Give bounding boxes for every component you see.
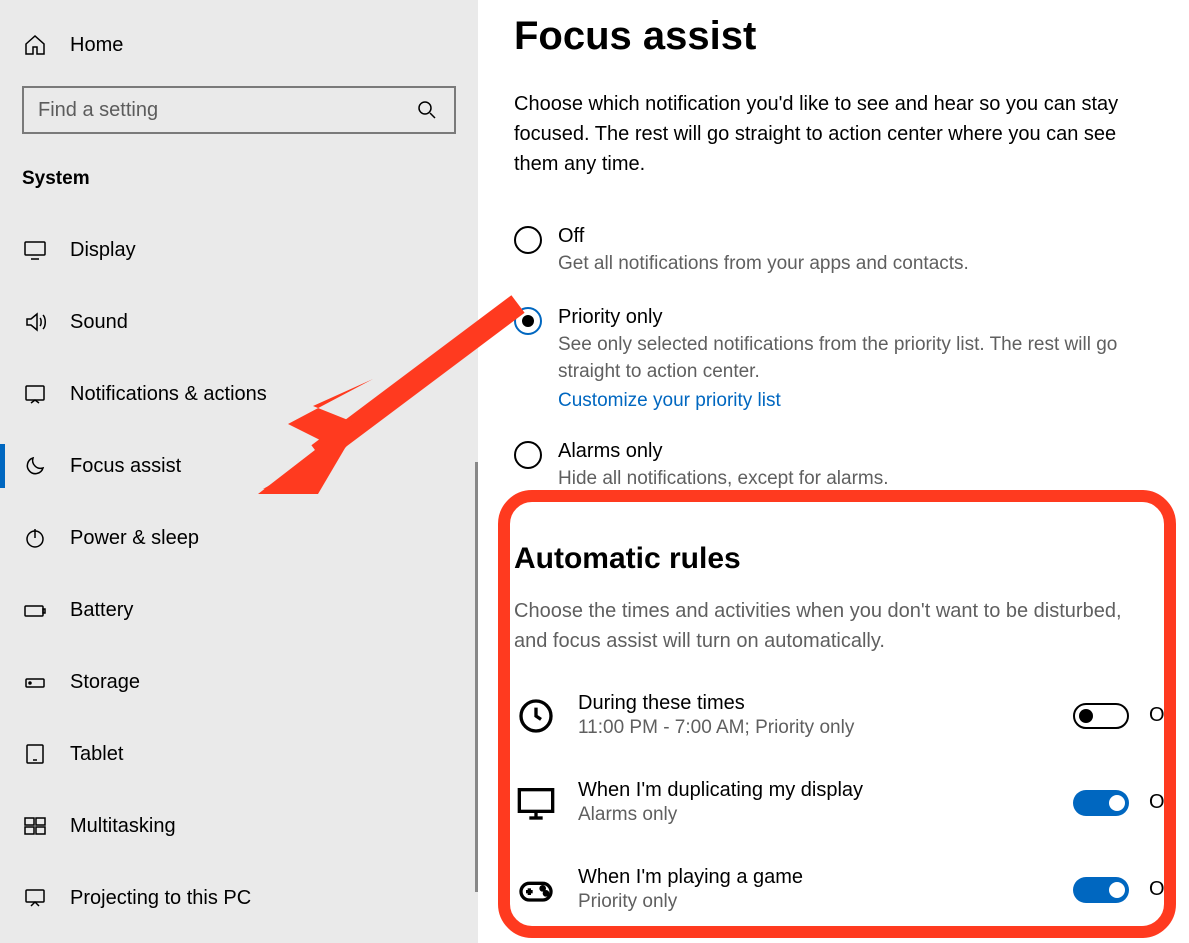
sidebar-item-sound[interactable]: Sound bbox=[0, 286, 478, 358]
main-content: Focus assist Choose which notification y… bbox=[478, 0, 1189, 943]
toggle-state: On bbox=[1149, 791, 1189, 814]
sidebar-item-storage[interactable]: Storage bbox=[0, 646, 478, 718]
gamepad-icon bbox=[514, 868, 558, 912]
rule-title: When I'm duplicating my display bbox=[578, 779, 1053, 802]
sidebar-item-power[interactable]: Power & sleep bbox=[0, 502, 478, 574]
sidebar-item-multitasking[interactable]: Multitasking bbox=[0, 790, 478, 862]
sidebar-item-projecting[interactable]: Projecting to this PC bbox=[0, 862, 478, 934]
sidebar-item-label: Display bbox=[70, 239, 136, 262]
display-icon bbox=[22, 237, 48, 263]
radio-sub: See only selected notifications from the… bbox=[558, 331, 1173, 386]
rule-title: During these times bbox=[578, 692, 1053, 715]
sidebar-item-label: Projecting to this PC bbox=[70, 887, 251, 910]
rule-toggle[interactable] bbox=[1073, 790, 1129, 816]
sidebar-item-label: Tablet bbox=[70, 743, 123, 766]
rule-playing-game[interactable]: When I'm playing a game Priority only On bbox=[514, 866, 1189, 913]
rule-during-times[interactable]: During these times 11:00 PM - 7:00 AM; P… bbox=[514, 692, 1189, 739]
radio-label: Alarms only bbox=[558, 440, 1173, 463]
battery-icon bbox=[22, 597, 48, 623]
radio-label: Priority only bbox=[558, 306, 1173, 329]
customize-priority-link[interactable]: Customize your priority list bbox=[558, 390, 781, 412]
radio-button[interactable] bbox=[514, 226, 542, 254]
rule-title: When I'm playing a game bbox=[578, 866, 1053, 889]
multitasking-icon bbox=[22, 813, 48, 839]
storage-icon bbox=[22, 669, 48, 695]
search-input[interactable] bbox=[38, 99, 414, 122]
rule-sub: 11:00 PM - 7:00 AM; Priority only bbox=[578, 717, 1053, 739]
automatic-rules-title: Automatic rules bbox=[514, 542, 1189, 576]
power-icon bbox=[22, 525, 48, 551]
category-label: System bbox=[0, 150, 478, 214]
sidebar-item-label: Storage bbox=[70, 671, 140, 694]
sidebar-item-label: Multitasking bbox=[70, 815, 176, 838]
radio-button[interactable] bbox=[514, 307, 542, 335]
moon-icon bbox=[22, 453, 48, 479]
sidebar-item-label: Notifications & actions bbox=[70, 383, 267, 406]
radio-button[interactable] bbox=[514, 441, 542, 469]
search-box[interactable] bbox=[22, 86, 456, 134]
sidebar-item-label: Power & sleep bbox=[70, 527, 199, 550]
page-description: Choose which notification you'd like to … bbox=[514, 89, 1164, 179]
focus-mode-group: Off Get all notifications from your apps… bbox=[514, 225, 1189, 492]
sidebar-item-tablet[interactable]: Tablet bbox=[0, 718, 478, 790]
radio-priority-only[interactable]: Priority only See only selected notifica… bbox=[514, 306, 1189, 412]
radio-off[interactable]: Off Get all notifications from your apps… bbox=[514, 225, 1189, 278]
sidebar-item-label: Focus assist bbox=[70, 455, 181, 478]
rule-duplicating-display[interactable]: When I'm duplicating my display Alarms o… bbox=[514, 779, 1189, 826]
automatic-rules-desc: Choose the times and activities when you… bbox=[514, 596, 1154, 656]
radio-label: Off bbox=[558, 225, 1173, 248]
nav-list: Display Sound Notifications & actions Fo… bbox=[0, 214, 478, 934]
sidebar-item-display[interactable]: Display bbox=[0, 214, 478, 286]
rule-toggle[interactable] bbox=[1073, 703, 1129, 729]
sidebar-item-battery[interactable]: Battery bbox=[0, 574, 478, 646]
clock-icon bbox=[514, 694, 558, 738]
notifications-icon bbox=[22, 381, 48, 407]
rule-sub: Priority only bbox=[578, 891, 1053, 913]
radio-alarms-only[interactable]: Alarms only Hide all notifications, exce… bbox=[514, 440, 1189, 493]
search-icon bbox=[414, 97, 440, 123]
sidebar-item-notifications[interactable]: Notifications & actions bbox=[0, 358, 478, 430]
sidebar-item-label: Sound bbox=[70, 311, 128, 334]
rule-sub: Alarms only bbox=[578, 804, 1053, 826]
home-icon bbox=[22, 32, 48, 58]
home-nav[interactable]: Home bbox=[0, 18, 478, 72]
home-label: Home bbox=[70, 34, 123, 57]
sidebar-item-focus-assist[interactable]: Focus assist bbox=[0, 430, 478, 502]
radio-sub: Get all notifications from your apps and… bbox=[558, 250, 1173, 278]
settings-sidebar: Home System Display Sound Notifications … bbox=[0, 0, 478, 943]
projecting-icon bbox=[22, 885, 48, 911]
tablet-icon bbox=[22, 741, 48, 767]
radio-sub: Hide all notifications, except for alarm… bbox=[558, 465, 1173, 493]
sound-icon bbox=[22, 309, 48, 335]
page-title: Focus assist bbox=[514, 14, 1189, 59]
rule-toggle[interactable] bbox=[1073, 877, 1129, 903]
toggle-state: Off bbox=[1149, 704, 1189, 727]
toggle-state: On bbox=[1149, 878, 1189, 901]
monitor-icon bbox=[514, 781, 558, 825]
sidebar-item-label: Battery bbox=[70, 599, 133, 622]
